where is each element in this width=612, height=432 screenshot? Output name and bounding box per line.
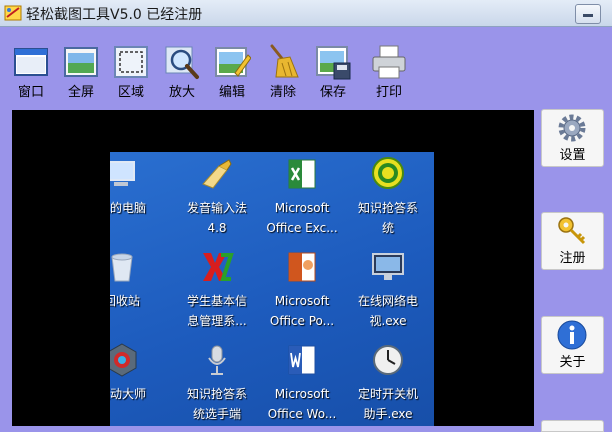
info-icon xyxy=(557,320,587,350)
toolbar-label: 放大 xyxy=(168,85,195,100)
desktop-icon-label: 驱动大师 xyxy=(110,387,146,401)
app-icon xyxy=(4,5,22,21)
exit-button[interactable] xyxy=(541,420,604,432)
toolbar-window-button[interactable]: 窗口 xyxy=(10,43,52,100)
desktop-icon-label: Microsoft Office Wo... xyxy=(267,387,337,421)
desktop-icon-computer: 我的电脑 xyxy=(110,156,167,248)
computer-icon xyxy=(110,161,135,186)
desktop-icon-label: 我的电脑 xyxy=(110,201,146,215)
side-button-label: 关于 xyxy=(559,355,586,370)
zoom-icon xyxy=(165,46,199,79)
capture-preview: 我的电脑 发音输入法4.8 MicrosoftOffice Exc... xyxy=(12,110,534,426)
toolbar-fullscreen-button[interactable]: 全屏 xyxy=(60,43,102,100)
toolbar-label: 全屏 xyxy=(67,85,94,100)
quiz-icon xyxy=(372,157,404,189)
desktop-icon-recycle-bin: 回收站 xyxy=(110,249,167,341)
desktop-icon-excel: Microsoft Office Exc... xyxy=(257,156,347,248)
desktop-icon-student-system: 学生基本信 息管理系... xyxy=(172,249,262,341)
toolbar-clear-button[interactable]: 清除 xyxy=(262,43,304,100)
desktop-icon-label: 知识抢答系统 xyxy=(357,201,418,235)
desktop-icon-label: Microsoft Office Po... xyxy=(269,294,335,328)
desktop-icon-label: 知识抢答系 统选手端 xyxy=(186,387,247,421)
about-button[interactable]: 关于 xyxy=(541,316,604,374)
toolbar-edit-button[interactable]: 编辑 xyxy=(211,43,253,100)
monitor-icon xyxy=(372,253,404,280)
desktop-icon-label: 定时开关机 助手.exe xyxy=(357,387,418,421)
toolbar-label: 打印 xyxy=(375,85,402,100)
desktop-icon-powerpoint: Microsoft Office Po... xyxy=(257,249,347,341)
pen-icon xyxy=(202,159,232,189)
side-button-label: 注册 xyxy=(559,251,586,266)
desktop-icon-label: 在线网络电 视.exe xyxy=(357,294,418,328)
desktop-icon-word: Microsoft Office Wo... xyxy=(257,342,347,426)
toolbar-zoom-button[interactable]: 放大 xyxy=(161,43,203,100)
powerpoint-icon xyxy=(288,252,316,282)
desktop-icon-driver-master: 驱动大师 xyxy=(110,342,167,426)
toolbar-region-button[interactable]: 区域 xyxy=(110,43,152,100)
side-button-label: 设置 xyxy=(559,148,586,163)
desktop-icon-label: 学生基本信 息管理系... xyxy=(186,294,247,328)
desktop-icon-quiz-system: 知识抢答系统 xyxy=(343,156,433,248)
edit-icon xyxy=(215,47,251,77)
desktop-icon-label: 发音输入法 4.8 xyxy=(186,201,247,235)
fullscreen-icon xyxy=(64,47,98,77)
desktop-icon-label: 回收站 xyxy=(110,294,140,308)
excel-icon xyxy=(288,159,316,189)
printer-icon xyxy=(372,45,406,79)
toolbar-label: 区域 xyxy=(117,85,144,100)
toolbar-label: 保存 xyxy=(319,85,346,100)
desktop-icon-timer-shutdown: 定时开关机 助手.exe xyxy=(343,342,433,426)
save-icon xyxy=(316,46,351,80)
captured-desktop: 我的电脑 发音输入法4.8 MicrosoftOffice Exc... xyxy=(110,152,434,426)
broom-icon xyxy=(270,44,299,78)
driver-icon xyxy=(110,343,137,377)
xs-icon xyxy=(203,253,234,281)
toolbar-print-button[interactable]: 打印 xyxy=(368,43,410,100)
window-title: 轻松截图工具V5.0 已经注册 xyxy=(26,7,203,23)
toolbar-label: 清除 xyxy=(269,85,296,100)
recycle-bin-icon xyxy=(111,253,133,282)
toolbar-save-button[interactable]: 保存 xyxy=(312,43,354,100)
word-icon xyxy=(288,345,316,375)
desktop-icon-label: Microsoft Office Exc... xyxy=(266,201,338,235)
window-icon xyxy=(14,48,48,76)
clock-icon xyxy=(373,345,403,375)
title-bar: 轻松截图工具V5.0 已经注册 xyxy=(0,0,612,27)
desktop-icon-online-tv: 在线网络电 视.exe xyxy=(343,249,433,341)
microphone-icon xyxy=(208,345,226,375)
gear-icon xyxy=(558,114,586,142)
toolbar-label: 窗口 xyxy=(17,85,44,100)
desktop-icon-input-method: 发音输入法 4.8 xyxy=(172,156,262,248)
minimize-button[interactable] xyxy=(575,4,601,24)
register-button[interactable]: 注册 xyxy=(541,212,604,270)
settings-button[interactable]: 设置 xyxy=(541,109,604,167)
region-icon xyxy=(114,46,148,78)
key-icon xyxy=(558,217,586,245)
desktop-icon-quiz-player: 知识抢答系 统选手端 xyxy=(172,342,262,426)
main-area: 窗口 全屏 区域 放大 编辑 清除 保存 打印 的电脑 发音输入法 4.8 Mi… xyxy=(0,27,612,432)
toolbar-label: 编辑 xyxy=(218,85,245,100)
